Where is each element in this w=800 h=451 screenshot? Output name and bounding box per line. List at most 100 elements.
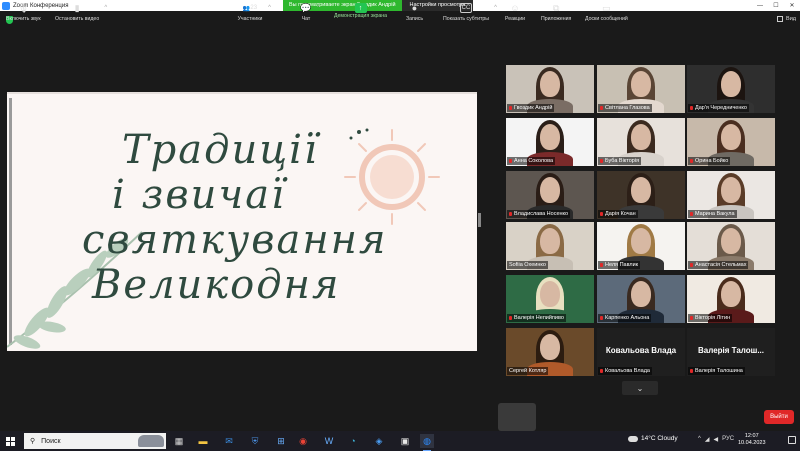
participant-video-tile[interactable]: Гвоздик Андрій — [506, 65, 594, 113]
participant-name: Орина Бойко — [695, 158, 729, 164]
close-icon[interactable]: ✕ — [784, 0, 800, 11]
muted-mic-icon — [600, 263, 603, 267]
muted-mic-icon — [509, 316, 512, 320]
notifications-icon[interactable] — [788, 436, 796, 444]
chevron-up-icon[interactable]: ^ — [317, 5, 320, 11]
chevron-up-icon[interactable]: ^ — [494, 5, 497, 11]
reactions-highlight — [498, 403, 536, 431]
record-button[interactable]: ● Запись — [406, 3, 423, 22]
viewer-icon[interactable]: ▣ — [398, 434, 412, 448]
muted-mic-icon — [600, 212, 603, 216]
reactions-label: Реакции — [505, 16, 526, 22]
leave-button[interactable]: Выйти — [764, 410, 794, 424]
scroll-down-button[interactable]: ⌄ — [622, 381, 658, 395]
participant-name-label: Валерія Непийпиво — [507, 314, 566, 322]
view-label: Вид — [786, 16, 796, 22]
participant-face — [721, 281, 741, 307]
participant-video-tile[interactable]: Світлана Глазова — [597, 65, 685, 113]
muted-mic-icon — [690, 263, 693, 267]
security-icon[interactable]: ⛨ — [248, 434, 262, 448]
volume-icon[interactable]: ◀ — [713, 436, 718, 443]
participant-video-tile[interactable]: Анна Соколова — [506, 118, 594, 166]
participant-video-tile[interactable]: Валерія Талош... Валерія Талошина — [687, 328, 775, 376]
file-explorer-icon[interactable]: ▬ — [196, 434, 210, 448]
participant-name-label: Владислава Носенко — [507, 210, 571, 218]
participant-name: Дар'я Чередниченко — [695, 105, 747, 111]
participant-video-tile[interactable]: Валерія Непийпиво — [506, 275, 594, 323]
participant-face — [631, 177, 651, 203]
participant-name: Дарія Кочан — [605, 211, 636, 217]
captions-button[interactable]: CC Показать субтитры ^ — [443, 3, 497, 22]
panel-splitter-handle[interactable] — [478, 213, 481, 227]
chevron-up-icon[interactable]: ^ — [698, 436, 701, 443]
minimize-icon[interactable]: — — [752, 0, 768, 11]
apps-button[interactable]: ⧉ Приложения — [541, 3, 572, 23]
captions-label: Показать субтитры — [443, 16, 489, 22]
participant-video-tile[interactable]: Карпенко Альона — [597, 275, 685, 323]
participant-face — [631, 71, 651, 97]
muted-mic-icon — [690, 212, 693, 216]
zoom-taskbar-icon[interactable]: ◍ — [420, 434, 434, 451]
windows-start-icon[interactable] — [6, 437, 15, 446]
share-screen-label: Демонстрация экрана — [334, 13, 388, 19]
system-tray: ^ ◢ ◀ РУС — [698, 436, 734, 443]
participant-video-tile[interactable]: Сергей Котляр — [506, 328, 594, 376]
edge-icon[interactable]: ◔ — [346, 434, 360, 448]
chrome-icon[interactable]: ◉ — [296, 434, 310, 448]
slide-title: Традиції і звичаї святкування Великодня — [82, 128, 412, 308]
store-icon[interactable]: ⊞ — [274, 434, 288, 448]
participant-name-label: Анастасія Стельмах — [688, 261, 749, 269]
muted-mic-icon — [600, 369, 603, 373]
chevron-up-icon[interactable]: ^ — [104, 5, 107, 11]
apps-label: Приложения — [541, 16, 572, 22]
clock-time: 12:07 — [744, 433, 759, 439]
chat-button[interactable]: 💬 Чат ^ — [300, 3, 320, 23]
weather-widget[interactable]: 14°C Cloudy — [628, 435, 678, 442]
participant-video-tile[interactable]: Анастасія Стельмах — [687, 222, 775, 270]
stop-video-button[interactable]: ▮ Остановить видео ^ — [55, 3, 107, 23]
participant-name-label: Ковальова Влада — [598, 367, 652, 375]
participant-name: Анна Соколова — [514, 158, 554, 164]
participant-video-tile[interactable]: Дар'я Чередниченко — [687, 65, 775, 113]
muted-mic-icon — [509, 159, 512, 163]
word-icon[interactable]: W — [322, 434, 336, 448]
participant-video-tile[interactable]: Орина Бойко — [687, 118, 775, 166]
language-indicator[interactable]: РУС — [722, 436, 734, 443]
participant-face — [721, 177, 741, 203]
clock[interactable]: 12:07 10.04.2023 — [738, 433, 766, 447]
participant-video-tile[interactable]: Марина Вакула — [687, 171, 775, 219]
record-icon: ● — [411, 3, 418, 13]
participant-name-label: Валерія Талошина — [688, 367, 745, 375]
chevron-up-icon[interactable]: ^ — [268, 5, 271, 11]
maximize-icon[interactable]: ☐ — [768, 0, 784, 11]
participant-face — [721, 228, 741, 254]
participant-video-tile[interactable]: Неля Павлик — [597, 222, 685, 270]
network-icon[interactable]: ◢ — [705, 436, 710, 443]
unmute-button[interactable]: 🎙 Включить звук ^ — [6, 3, 47, 23]
task-view-icon[interactable]: ▦ — [172, 434, 186, 448]
share-screen-button[interactable]: ↑ Демонстрация экрана — [334, 3, 387, 19]
slide-title-line: і звичаї — [112, 172, 286, 218]
participant-video-tile[interactable]: Ковальова Влада Ковальова Влада — [597, 328, 685, 376]
participant-name-label: Неля Павлик — [598, 261, 641, 269]
participant-video-tile[interactable]: Sofiia Охеинко — [506, 222, 594, 270]
taskbar-search[interactable]: ⚲ Поиск — [24, 433, 166, 449]
participant-video-tile[interactable]: Владислава Носенко — [506, 171, 594, 219]
view-button[interactable]: Вид — [777, 16, 796, 22]
people-icon: 👥 23 — [242, 5, 258, 12]
mail-icon[interactable]: ✉ — [222, 434, 236, 448]
whiteboards-button[interactable]: ▭ Доски сообщений — [585, 2, 628, 23]
participant-name: Карпенко Альона — [605, 315, 650, 321]
participants-button[interactable]: 👥 23 Участники ^ — [237, 3, 271, 22]
search-input[interactable]: Поиск — [41, 438, 60, 445]
reactions-button[interactable]: ☺ Реакции — [505, 3, 525, 22]
chevron-up-icon[interactable]: ^ — [44, 5, 47, 11]
participant-video-tile[interactable]: Буба Вікторія — [597, 118, 685, 166]
shared-screen[interactable]: Традиції і звичаї святкування Великодня — [7, 92, 477, 351]
teams-icon[interactable]: ◈ — [372, 434, 386, 448]
participant-video-tile[interactable]: Дарія Кочан — [597, 171, 685, 219]
whiteboard-icon: ▭ — [602, 2, 611, 13]
clock-date: 10.04.2023 — [738, 440, 766, 446]
record-label: Запись — [406, 16, 424, 22]
participant-video-tile[interactable]: Вікторія Літин — [687, 275, 775, 323]
